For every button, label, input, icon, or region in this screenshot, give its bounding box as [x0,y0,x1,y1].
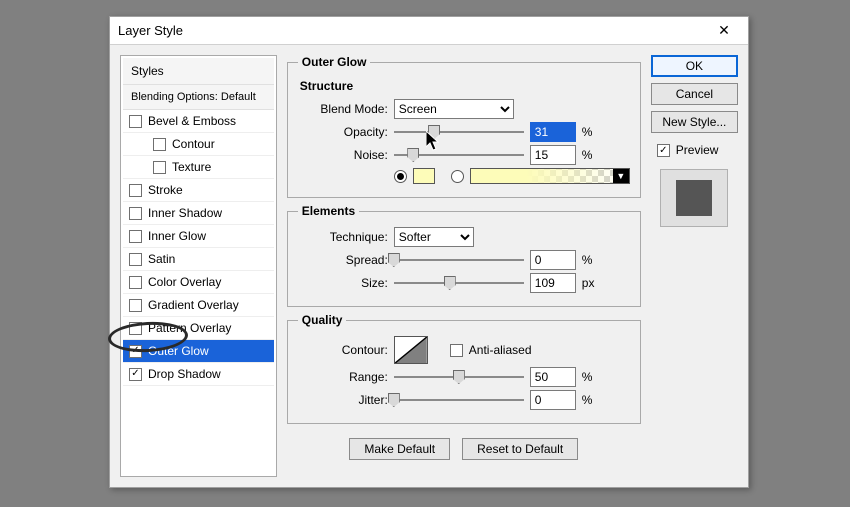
style-row-gradient-overlay[interactable]: Gradient Overlay [123,294,274,317]
style-row-color-overlay[interactable]: Color Overlay [123,271,274,294]
size-unit: px [582,276,602,290]
style-checkbox[interactable] [129,276,142,289]
blending-options-header[interactable]: Blending Options: Default [123,85,274,110]
style-checkbox[interactable] [129,322,142,335]
styles-header[interactable]: Styles [123,58,274,85]
style-label: Texture [172,160,211,174]
style-row-inner-shadow[interactable]: Inner Shadow [123,202,274,225]
gradient-dropdown-icon[interactable]: ▼ [613,169,629,183]
opacity-unit: % [582,125,602,139]
style-checkbox[interactable] [129,184,142,197]
jitter-slider[interactable] [394,393,524,407]
style-checkbox[interactable] [153,138,166,151]
quality-legend: Quality [298,313,347,327]
make-default-button[interactable]: Make Default [349,438,450,460]
style-label: Inner Shadow [148,206,222,220]
spread-input[interactable]: 0 [530,250,576,270]
reset-default-button[interactable]: Reset to Default [462,438,578,460]
size-label: Size: [298,276,388,290]
cancel-button[interactable]: Cancel [651,83,738,105]
jitter-unit: % [582,393,602,407]
style-row-drop-shadow[interactable]: ✓ Drop Shadow [123,363,274,386]
preview-label: Preview [676,143,719,157]
preview-thumbnail [660,169,728,227]
blend-mode-label: Blend Mode: [298,102,388,116]
style-checkbox[interactable] [129,230,142,243]
jitter-input[interactable]: 0 [530,390,576,410]
style-label: Contour [172,137,215,151]
style-label: Satin [148,252,175,266]
right-button-panel: OK Cancel New Style... ✓ Preview [651,55,738,477]
style-checkbox[interactable]: ✓ [129,368,142,381]
glow-color-radio[interactable] [394,170,407,183]
elements-group: Elements Technique: Softer Spread: 0 % [287,204,641,307]
window-title: Layer Style [118,23,704,38]
style-label: Gradient Overlay [148,298,239,312]
size-input[interactable]: 109 [530,273,576,293]
structure-legend: Structure [300,79,630,93]
settings-panel: Outer Glow Structure Blend Mode: Screen … [287,55,641,477]
style-label: Outer Glow [148,344,209,358]
technique-select[interactable]: Softer [394,227,474,247]
layer-style-dialog: Layer Style ✕ Styles Blending Options: D… [109,16,749,488]
ok-button[interactable]: OK [651,55,738,77]
style-label: Drop Shadow [148,367,221,381]
spread-slider[interactable] [394,253,524,267]
technique-label: Technique: [298,230,388,244]
range-slider[interactable] [394,370,524,384]
style-checkbox[interactable] [129,207,142,220]
spread-label: Spread: [298,253,388,267]
opacity-input[interactable]: 31 [530,122,576,142]
style-label: Color Overlay [148,275,221,289]
anti-aliased-label: Anti-aliased [469,343,532,357]
range-label: Range: [298,370,388,384]
style-row-bevel-emboss[interactable]: Bevel & Emboss [123,110,274,133]
style-row-pattern-overlay[interactable]: Pattern Overlay [123,317,274,340]
outer-glow-group: Outer Glow Structure Blend Mode: Screen … [287,55,641,198]
style-row-satin[interactable]: Satin [123,248,274,271]
style-row-stroke[interactable]: Stroke [123,179,274,202]
style-label: Inner Glow [148,229,206,243]
style-row-contour[interactable]: Contour [123,133,274,156]
glow-gradient-swatch[interactable]: ▼ [470,168,630,184]
new-style-button[interactable]: New Style... [651,111,738,133]
spread-unit: % [582,253,602,267]
noise-label: Noise: [298,148,388,162]
noise-slider[interactable] [394,148,524,162]
size-slider[interactable] [394,276,524,290]
anti-aliased-checkbox[interactable] [450,344,463,357]
group-title: Outer Glow [298,55,371,69]
style-row-inner-glow[interactable]: Inner Glow [123,225,274,248]
preview-checkbox[interactable]: ✓ [657,144,670,157]
quality-group: Quality Contour: Anti-aliased Range: 50 [287,313,641,424]
style-checkbox[interactable] [129,115,142,128]
style-row-outer-glow[interactable]: ✓ Outer Glow [123,340,274,363]
style-label: Pattern Overlay [148,321,231,335]
style-label: Stroke [148,183,183,197]
opacity-slider[interactable] [394,125,524,139]
style-label: Bevel & Emboss [148,114,236,128]
contour-swatch[interactable] [394,336,428,364]
range-unit: % [582,370,602,384]
glow-gradient-radio[interactable] [451,170,464,183]
blend-mode-select[interactable]: Screen [394,99,514,119]
range-input[interactable]: 50 [530,367,576,387]
style-checkbox[interactable] [153,161,166,174]
style-row-texture[interactable]: Texture [123,156,274,179]
style-checkbox[interactable]: ✓ [129,345,142,358]
close-icon[interactable]: ✕ [704,19,744,43]
jitter-label: Jitter: [298,393,388,407]
elements-legend: Elements [298,204,359,218]
styles-list-panel: Styles Blending Options: Default Bevel &… [120,55,277,477]
titlebar: Layer Style ✕ [110,17,748,45]
glow-color-swatch[interactable] [413,168,435,184]
opacity-label: Opacity: [298,125,388,139]
contour-label: Contour: [298,343,388,357]
noise-unit: % [582,148,602,162]
style-checkbox[interactable] [129,253,142,266]
noise-input[interactable]: 15 [530,145,576,165]
style-checkbox[interactable] [129,299,142,312]
